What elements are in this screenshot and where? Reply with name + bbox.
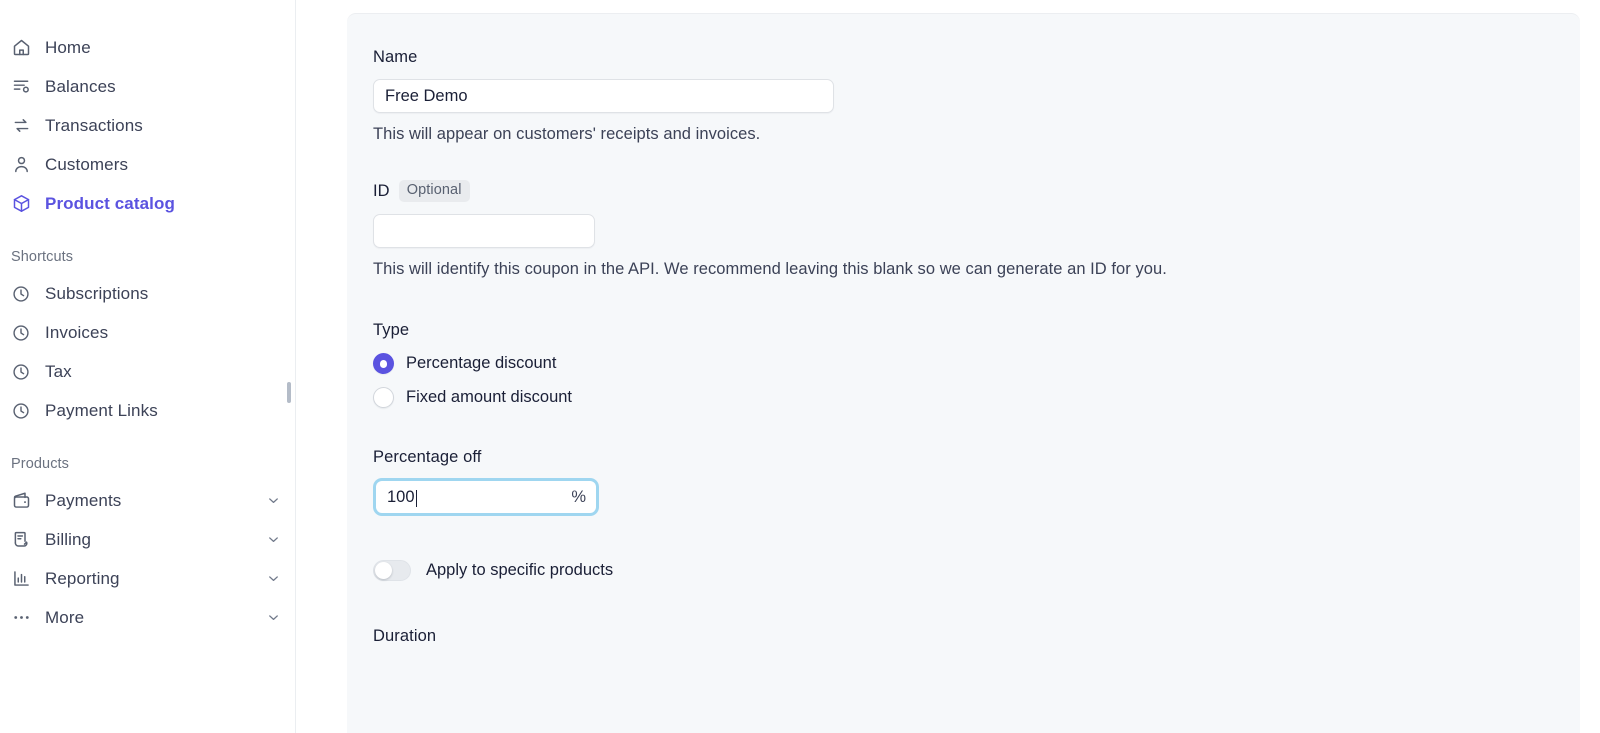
apply-to-specific-products-row[interactable]: Apply to specific products xyxy=(373,560,1580,582)
sidebar-item-label: Payments xyxy=(45,490,122,510)
name-input[interactable]: Free Demo xyxy=(373,79,834,113)
more-icon xyxy=(10,607,32,629)
apply-to-specific-products-toggle[interactable] xyxy=(373,560,411,582)
main-area: Name Free Demo This will appear on custo… xyxy=(296,0,1600,733)
toggle-knob xyxy=(375,562,392,580)
customers-icon xyxy=(10,154,32,176)
sidebar-item-payments[interactable]: Payments xyxy=(0,481,295,520)
chevron-down-icon[interactable] xyxy=(266,610,281,625)
sidebar-item-invoices[interactable]: Invoices xyxy=(0,313,295,352)
id-optional-badge: Optional xyxy=(398,180,470,203)
sidebar-section-shortcuts: Shortcuts xyxy=(11,249,74,265)
sidebar-item-reporting[interactable]: Reporting xyxy=(0,559,295,598)
field-id: ID Optional This will identify this coup… xyxy=(373,180,1580,279)
radio-percentage-discount[interactable]: Percentage discount xyxy=(373,353,1580,375)
sidebar-item-label: Subscriptions xyxy=(45,283,149,303)
id-label: ID xyxy=(373,181,390,200)
sidebar-item-transactions[interactable]: Transactions xyxy=(0,106,295,145)
sidebar: Home Balances Transactions Customers Pro… xyxy=(0,0,296,733)
percentage-off-input[interactable]: 100 % xyxy=(376,481,596,514)
sidebar-item-label: Transactions xyxy=(45,115,143,135)
sidebar-item-label: Reporting xyxy=(45,568,120,588)
sidebar-item-balances[interactable]: Balances xyxy=(0,67,295,106)
sidebar-item-subscriptions[interactable]: Subscriptions xyxy=(0,274,295,313)
app-root: Home Balances Transactions Customers Pro… xyxy=(0,0,1600,733)
field-type: Type Percentage discount Fixed amount di… xyxy=(373,321,1580,409)
radio-label: Percentage discount xyxy=(406,354,557,373)
radio-label: Fixed amount discount xyxy=(406,388,573,407)
id-helper-text: This will identify this coupon in the AP… xyxy=(373,260,1167,279)
billing-icon xyxy=(10,529,32,551)
clock-icon xyxy=(10,400,32,422)
sidebar-section-products: Products xyxy=(11,456,70,472)
duration-label: Duration xyxy=(373,627,437,646)
coupon-form: Name Free Demo This will appear on custo… xyxy=(347,14,1580,646)
sidebar-item-billing[interactable]: Billing xyxy=(0,520,295,559)
chevron-down-icon[interactable] xyxy=(266,532,281,547)
name-label: Name xyxy=(373,48,418,66)
sidebar-item-label: Balances xyxy=(45,76,116,96)
chevron-down-icon[interactable] xyxy=(266,493,281,508)
sidebar-item-label: Tax xyxy=(45,361,72,381)
name-input-value: Free Demo xyxy=(385,86,468,105)
sidebar-item-label: Invoices xyxy=(45,322,109,342)
chevron-down-icon[interactable] xyxy=(266,571,281,586)
sidebar-item-label: Product catalog xyxy=(45,193,175,213)
text-caret xyxy=(415,489,417,507)
field-percentage-off: Percentage off 100 % xyxy=(373,448,1580,517)
percentage-off-suffix: % xyxy=(571,487,586,506)
home-icon xyxy=(10,37,32,59)
percentage-off-label: Percentage off xyxy=(373,448,482,467)
sidebar-item-payment-links[interactable]: Payment Links xyxy=(0,391,295,430)
percentage-off-focus-ring: 100 % xyxy=(373,478,599,517)
radio-indicator-selected[interactable] xyxy=(373,353,394,375)
clock-icon xyxy=(10,283,32,305)
sidebar-item-label: Home xyxy=(45,37,91,57)
sidebar-item-tax[interactable]: Tax xyxy=(0,352,295,391)
product-catalog-icon xyxy=(10,193,32,215)
radio-indicator[interactable] xyxy=(373,387,394,409)
id-label-row: ID Optional xyxy=(373,180,1580,203)
reporting-icon xyxy=(10,568,32,590)
radio-fixed-amount-discount[interactable]: Fixed amount discount xyxy=(373,387,1580,409)
coupon-form-panel: Name Free Demo This will appear on custo… xyxy=(347,13,1580,733)
sidebar-item-customers[interactable]: Customers xyxy=(0,145,295,184)
transactions-icon xyxy=(10,115,32,137)
sidebar-item-product-catalog[interactable]: Product catalog xyxy=(0,184,295,223)
sidebar-item-label: Billing xyxy=(45,529,92,549)
sidebar-item-home[interactable]: Home xyxy=(0,28,295,67)
name-helper-text: This will appear on customers' receipts … xyxy=(373,125,761,143)
type-label: Type xyxy=(373,321,410,340)
sidebar-item-label: Customers xyxy=(45,154,129,174)
clock-icon xyxy=(10,361,32,383)
id-input[interactable] xyxy=(373,214,595,249)
wallet-icon xyxy=(10,490,32,512)
percentage-off-value: 100 xyxy=(387,487,415,506)
sidebar-item-label: Payment Links xyxy=(45,400,158,420)
sidebar-item-label: More xyxy=(45,607,85,627)
balances-icon xyxy=(10,76,32,98)
clock-icon xyxy=(10,322,32,344)
field-name: Name Free Demo This will appear on custo… xyxy=(373,48,1580,144)
apply-to-specific-products-label: Apply to specific products xyxy=(426,561,614,580)
sidebar-resize-handle[interactable] xyxy=(287,382,291,403)
sidebar-item-more[interactable]: More xyxy=(0,598,295,637)
